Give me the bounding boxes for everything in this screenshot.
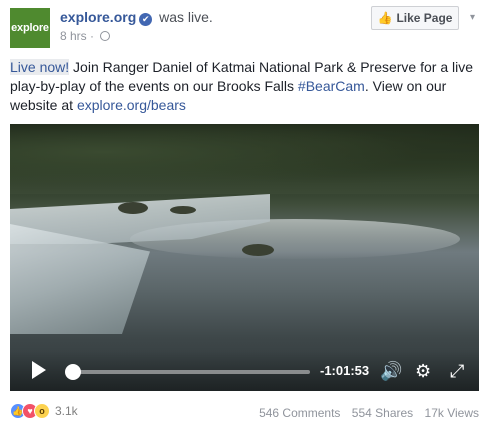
post-title-line: explore.org ✔ was live. [60,9,213,26]
shares-count[interactable]: 554 Shares [352,406,413,420]
thumbs-up-icon: 👍 [377,11,393,25]
live-status-text: was live. [159,9,213,25]
video-player[interactable]: -1:01:53 🔊 ⚙ ⤢ [10,124,479,391]
views-count: 17k Views [424,406,479,420]
comments-count[interactable]: 546 Comments [259,406,340,420]
post-text: Live now! Join Ranger Daniel of Katmai N… [10,58,480,115]
website-link[interactable]: explore.org/bears [77,97,186,113]
volume-icon[interactable]: 🔊 [380,360,402,382]
progress-bar[interactable] [66,370,310,374]
like-page-button[interactable]: 👍 Like Page [371,6,459,30]
post-footer: 👍 ♥ o 3.1k 546 Comments 554 Shares 17k V… [0,399,487,427]
play-icon[interactable] [32,361,46,379]
settings-gear-icon[interactable]: ⚙ [415,360,431,382]
reactions-summary[interactable]: 👍 ♥ o 3.1k [10,403,78,419]
verified-badge-icon: ✔ [139,13,153,26]
hashtag-link[interactable]: #BearCam [298,78,365,94]
video-frame-rock [242,244,274,256]
post-meta: 8 hrs · [60,29,111,43]
post-timestamp[interactable]: 8 hrs [60,29,87,43]
globe-icon [100,31,111,41]
wow-reaction-icon: o [34,403,50,419]
live-now-link[interactable]: Live now! [10,59,70,75]
fullscreen-icon[interactable]: ⤢ [450,360,464,382]
post-header: explore explore.org ✔ was live. 8 hrs · 👍… [0,0,487,52]
progress-scrubber[interactable] [65,364,82,380]
video-frame-rock [170,206,196,214]
reaction-count: 3.1k [55,404,78,418]
video-controls: -1:01:53 🔊 ⚙ ⤢ [10,351,479,391]
time-remaining: -1:01:53 [320,363,370,378]
chevron-down-icon[interactable]: ▾ [470,12,482,24]
page-avatar[interactable]: explore [10,8,50,48]
post-stats: 546 Comments 554 Shares 17k Views [251,406,479,420]
page-name-link[interactable]: explore.org [60,9,136,25]
video-frame-trees [10,124,479,194]
like-page-label: Like Page [396,11,453,25]
meta-separator: · [90,29,95,43]
video-frame-rock [118,202,148,214]
avatar-logo-text: explore [11,22,49,34]
